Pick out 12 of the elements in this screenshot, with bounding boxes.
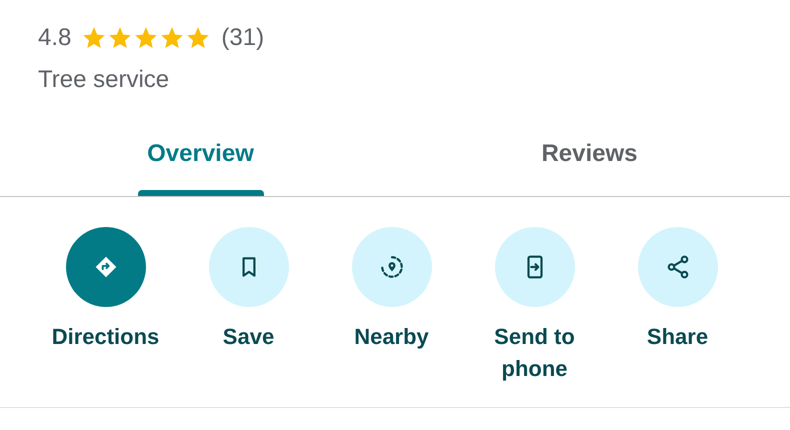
share-icon	[664, 254, 690, 280]
rating-score: 4.8	[38, 23, 72, 53]
tab[interactable]: Reviews	[395, 128, 784, 196]
location-pin-icon	[378, 254, 404, 280]
category-label: Tree service	[37, 65, 170, 95]
tab[interactable]: Overview	[6, 128, 395, 196]
action-button[interactable]: Save	[177, 227, 320, 385]
review-count: (31)	[221, 23, 264, 53]
action-button[interactable]: Nearby	[320, 227, 463, 385]
action-button[interactable]: Send to phone	[463, 227, 606, 385]
action-button[interactable]: Share	[606, 227, 749, 385]
action-button[interactable]: Directions	[34, 227, 177, 385]
